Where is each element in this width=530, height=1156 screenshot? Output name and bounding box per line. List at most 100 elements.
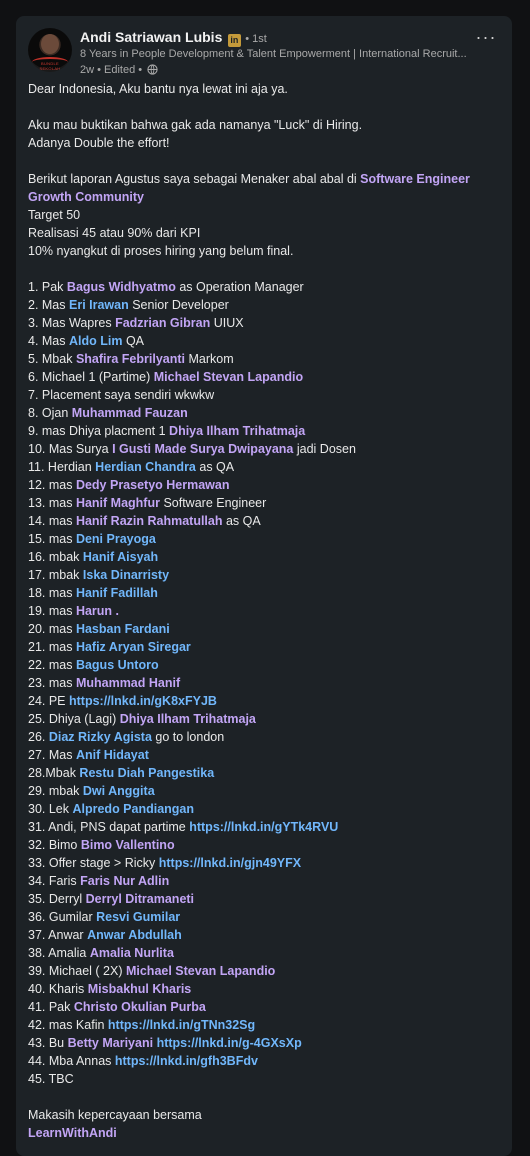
profile-url-link[interactable]: https://lnkd.in/gTNn32Sg <box>108 1018 255 1032</box>
list-item: 18. mas Hanif Fadillah <box>28 584 504 602</box>
profile-mention-link[interactable]: Christo Okulian Purba <box>74 1000 206 1014</box>
list-item: 38. Amalia Amalia Nurlita <box>28 944 504 962</box>
list-item: 9. mas Dhiya placment 1 Dhiya Ilham Trih… <box>28 422 504 440</box>
list-item: 42. mas Kafin https://lnkd.in/gTNn32Sg <box>28 1016 504 1034</box>
avatar-logo-text: BUNDLE SEKOLAH <box>39 61 61 71</box>
hashtag-line: LearnWithAndi <box>28 1124 504 1142</box>
profile-mention-link[interactable]: Michael Stevan Lapandio <box>126 964 275 978</box>
list-item: 26. Diaz Rizky Agista go to london <box>28 728 504 746</box>
list-item: 40. Kharis Misbakhul Kharis <box>28 980 504 998</box>
profile-mention-link[interactable]: Betty Mariyani <box>68 1036 153 1050</box>
profile-mention-link[interactable]: Anif Hidayat <box>76 748 149 762</box>
profile-mention-link[interactable]: Hanif Razin Rahmatullah <box>76 514 223 528</box>
community-mention[interactable]: Software Engineer <box>360 172 470 186</box>
list-item: 19. mas Harun . <box>28 602 504 620</box>
profile-mention-link[interactable]: Hanif Aisyah <box>83 550 158 564</box>
list-item-text: 33. Offer stage > Ricky <box>28 856 159 870</box>
profile-mention-link[interactable]: Herdian Chandra <box>95 460 196 474</box>
profile-mention-link[interactable]: Bimo Vallentino <box>81 838 175 852</box>
profile-mention-link[interactable]: Hafiz Aryan Siregar <box>76 640 191 654</box>
profile-mention-link[interactable]: Muhammad Hanif <box>76 676 180 690</box>
post-text-line: Aku mau buktikan bahwa gak ada namanya "… <box>28 118 363 132</box>
list-item-suffix: UIUX <box>210 316 244 330</box>
profile-mention-link[interactable]: Derryl Ditramaneti <box>86 892 194 906</box>
profile-mention-link[interactable]: Hanif Maghfur <box>76 496 160 510</box>
profile-mention-link[interactable]: Dhiya Ilham Trihatmaja <box>120 712 256 726</box>
author-info: Andi Satriawan Lubis in • 1st 8 Years in… <box>80 28 467 78</box>
list-item: 37. Anwar Anwar Abdullah <box>28 926 504 944</box>
placement-list: 1. Pak Bagus Widhyatmo as Operation Mana… <box>28 278 504 1088</box>
post-text-line: Dear Indonesia, Aku bantu nya lewat ini … <box>28 82 288 96</box>
list-item-text: 3. Mas Wapres <box>28 316 116 330</box>
profile-mention-link[interactable]: Hasban Fardani <box>76 622 170 636</box>
list-item: 21. mas Hafiz Aryan Siregar <box>28 638 504 656</box>
profile-url-link[interactable]: https://lnkd.in/gjn49YFX <box>159 856 301 870</box>
list-item-text: 23. mas <box>28 676 76 690</box>
hashtag-link[interactable]: LearnWithAndi <box>28 1126 117 1140</box>
profile-mention-link[interactable]: Muhammad Fauzan <box>72 406 188 420</box>
profile-mention-link[interactable]: Shafira Febrilyanti <box>76 352 185 366</box>
list-item: 5. Mbak Shafira Febrilyanti Markom <box>28 350 504 368</box>
profile-url-link[interactable]: https://lnkd.in/g-4GXsXp <box>157 1036 302 1050</box>
list-item-suffix: QA <box>122 334 145 348</box>
profile-mention-link[interactable]: Fadzrian Gibran <box>115 316 210 330</box>
profile-mention-link[interactable]: Bagus Widhyatmo <box>67 280 176 294</box>
list-item: 43. Bu Betty Mariyani https://lnkd.in/g-… <box>28 1034 504 1052</box>
post-text-line: Adanya Double the effort! <box>28 136 170 150</box>
list-item: 39. Michael ( 2X) Michael Stevan Lapandi… <box>28 962 504 980</box>
community-mention[interactable]: Growth Community <box>28 190 144 204</box>
post-text-line: Growth Community <box>28 188 504 206</box>
globe-icon <box>147 64 158 75</box>
list-item: 14. mas Hanif Razin Rahmatullah as QA <box>28 512 504 530</box>
more-options-icon[interactable]: ··· <box>472 28 500 50</box>
profile-mention-link[interactable]: Dwi Anggita <box>83 784 155 798</box>
author-avatar[interactable]: BUNDLE SEKOLAH <box>28 28 72 72</box>
list-item: 3. Mas Wapres Fadzrian Gibran UIUX <box>28 314 504 332</box>
profile-mention-link[interactable]: Hanif Fadillah <box>76 586 158 600</box>
profile-mention-link[interactable]: Diaz Rizky Agista <box>49 730 152 744</box>
profile-mention-link[interactable]: Michael Stevan Lapandio <box>154 370 303 384</box>
author-headline: 8 Years in People Development & Talent E… <box>80 48 467 60</box>
profile-mention-link[interactable]: Amalia Nurlita <box>90 946 174 960</box>
list-item: 31. Andi, PNS dapat partime https://lnkd… <box>28 818 504 836</box>
profile-url-link[interactable]: https://lnkd.in/gK8xFYJB <box>69 694 217 708</box>
list-item-text: 43. Bu <box>28 1036 68 1050</box>
profile-mention-link[interactable]: Bagus Untoro <box>76 658 159 672</box>
profile-mention-link[interactable]: Iska Dinarristy <box>83 568 169 582</box>
profile-mention-link[interactable]: Restu Diah Pangestika <box>79 766 214 780</box>
profile-url-link[interactable]: https://lnkd.in/gfh3BFdv <box>115 1054 258 1068</box>
list-item-text: 19. mas <box>28 604 76 618</box>
list-item: 15. mas Deni Prayoga <box>28 530 504 548</box>
list-item-text: 37. Anwar <box>28 928 88 942</box>
list-item-text: 31. Andi, PNS dapat partime <box>28 820 190 834</box>
profile-mention-link[interactable]: Dedy Prasetyo Hermawan <box>76 478 230 492</box>
profile-mention-link[interactable]: Eri Irawan <box>69 298 129 312</box>
list-item-text: 8. Ojan <box>28 406 72 420</box>
list-item: 32. Bimo Bimo Vallentino <box>28 836 504 854</box>
list-item-text: 17. mbak <box>28 568 83 582</box>
list-item-text: 12. mas <box>28 478 76 492</box>
profile-mention-link[interactable]: Anwar Abdullah <box>87 928 182 942</box>
list-item-text: 16. mbak <box>28 550 83 564</box>
profile-url-link[interactable]: https://lnkd.in/gYTk4RVU <box>189 820 338 834</box>
profile-mention-link[interactable]: Resvi Gumilar <box>96 910 180 924</box>
author-name[interactable]: Andi Satriawan Lubis <box>80 29 222 45</box>
list-item-text: 11. Herdian <box>28 460 96 474</box>
profile-mention-link[interactable]: Aldo Lim <box>69 334 122 348</box>
profile-mention-link[interactable]: I Gusti Made Surya Dwipayana <box>112 442 293 456</box>
stat-line: Target 50 <box>28 208 81 222</box>
list-item-suffix: jadi Dosen <box>293 442 356 456</box>
list-item: 12. mas Dedy Prasetyo Hermawan <box>28 476 504 494</box>
profile-mention-link[interactable]: Misbakhul Kharis <box>88 982 192 996</box>
post-time: 2w • Edited • <box>80 64 143 76</box>
profile-mention-link[interactable]: Harun . <box>76 604 119 618</box>
profile-mention-link[interactable]: Faris Nur Adlin <box>80 874 169 888</box>
list-item: 22. mas Bagus Untoro <box>28 656 504 674</box>
list-item-text: 45. TBC <box>28 1072 74 1086</box>
profile-mention-link[interactable]: Dhiya Ilham Trihatmaja <box>169 424 305 438</box>
profile-mention-link[interactable]: Alpredo Pandiangan <box>72 802 194 816</box>
profile-mention-link[interactable]: Deni Prayoga <box>76 532 156 546</box>
